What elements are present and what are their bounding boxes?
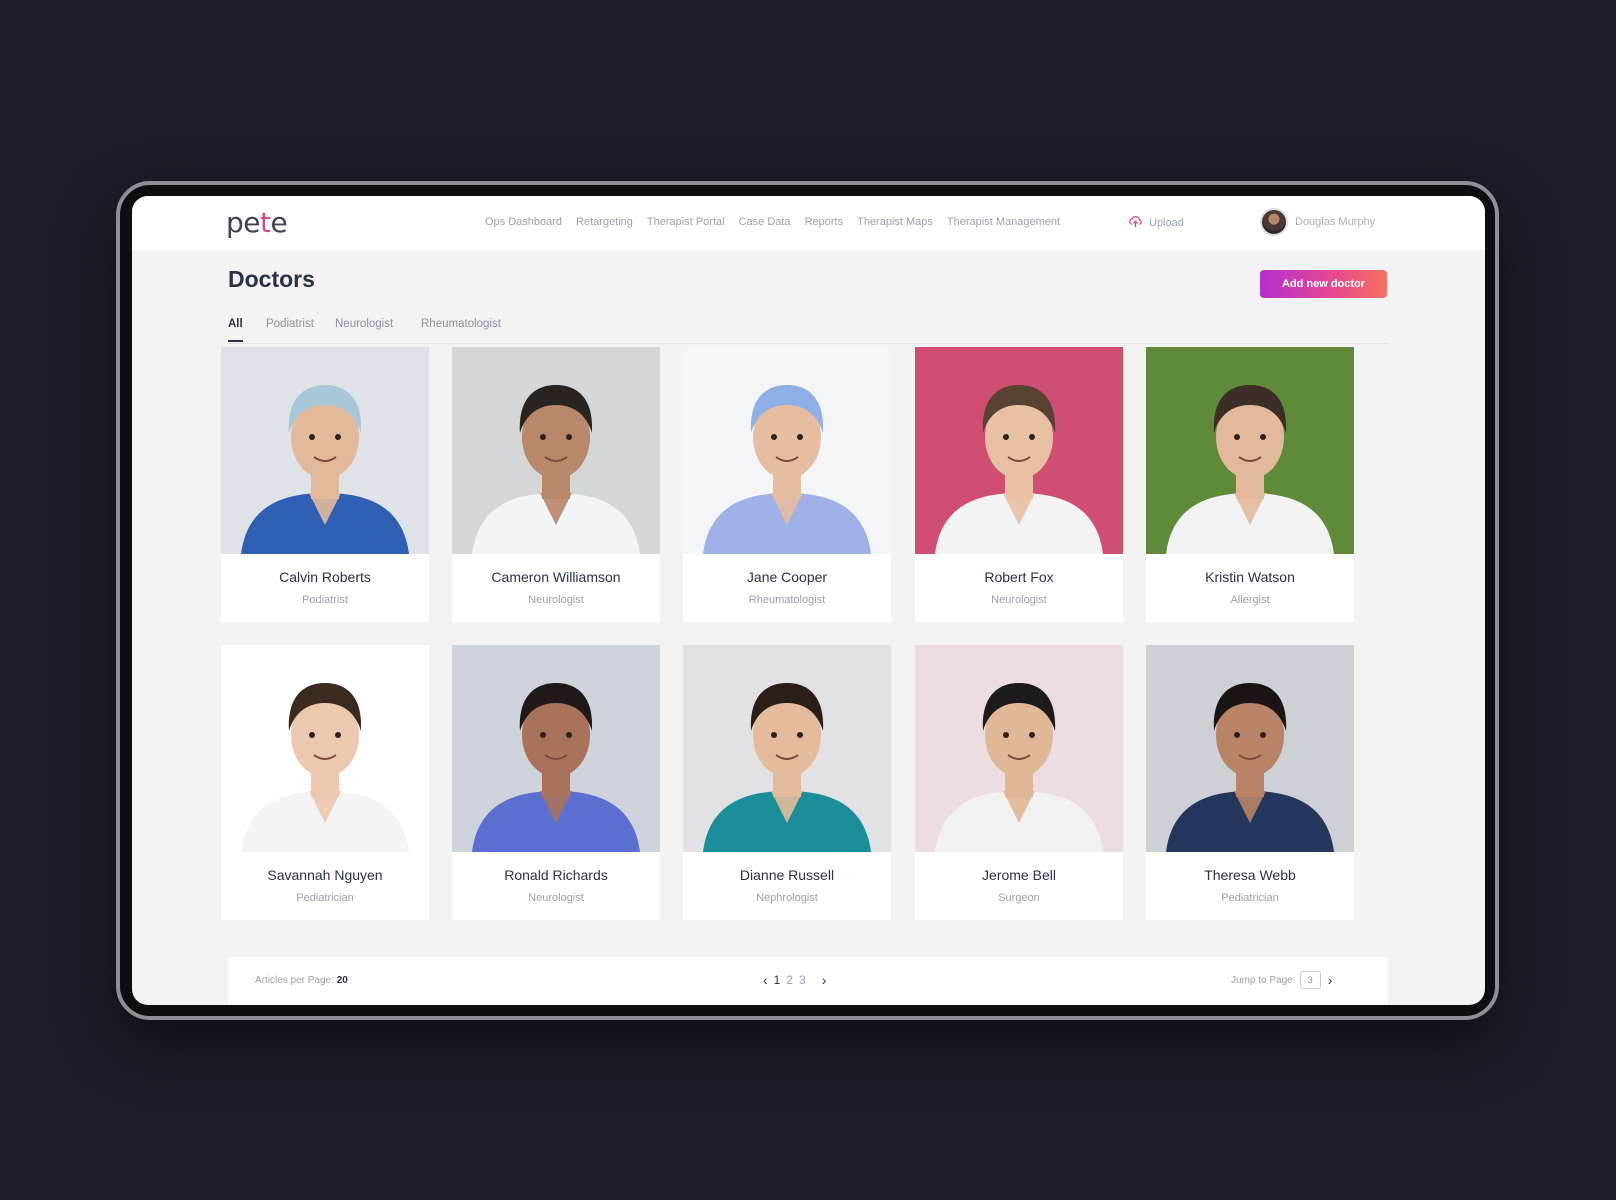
doctor-name: Calvin Roberts <box>279 569 371 585</box>
add-new-doctor-button[interactable]: Add new doctor <box>1260 270 1387 298</box>
doctor-specialty: Allergist <box>1230 594 1270 606</box>
upload-link[interactable]: Upload <box>1128 214 1184 232</box>
jump-to-page: Jump to Page 3 › <box>1231 971 1332 989</box>
upload-cloud-icon <box>1128 214 1143 232</box>
doctor-photo <box>683 347 891 554</box>
logo-part: t <box>260 206 271 239</box>
doctor-photo <box>452 347 660 554</box>
doctor-name: Ronald Richards <box>504 867 608 883</box>
jump-chevron-right-icon[interactable]: › <box>1328 972 1333 988</box>
page-number-1[interactable]: 1 <box>774 973 781 987</box>
doctor-specialty: Neurologist <box>991 594 1047 606</box>
page-number-2[interactable]: 2 <box>786 973 793 987</box>
per-page-label: Articles per Page: <box>255 975 334 986</box>
doctor-photo <box>1146 347 1354 554</box>
doctor-card[interactable]: Robert Fox Neurologist <box>915 347 1123 622</box>
nav-item-reports[interactable]: Reports <box>805 216 844 228</box>
doctor-name: Jane Cooper <box>746 569 828 585</box>
doctor-name: Jerome Bell <box>982 867 1056 883</box>
pagination-bar: Articles per Page: 20 ‹ 1 2 3 › Jump to Page… <box>228 957 1388 1005</box>
page-title: Doctors <box>228 266 315 292</box>
page-numbers: ‹ 1 2 3 › <box>763 972 826 988</box>
tab-neurologist[interactable]: Neurologist <box>335 318 393 330</box>
doctor-card[interactable]: Theresa Webb Pediatrician <box>1146 645 1354 920</box>
prev-page-chevron-left-icon[interactable]: ‹ <box>763 972 768 988</box>
doctor-specialty: Surgeon <box>998 892 1040 904</box>
doctor-specialty: Nephrologist <box>756 892 818 904</box>
jump-label: Jump to Page <box>1231 974 1293 986</box>
tab-podiatrist[interactable]: Podiatrist <box>266 318 314 330</box>
tab-all[interactable]: All <box>228 318 243 342</box>
doctor-specialty: Neurologist <box>528 594 584 606</box>
doctor-photo <box>452 645 660 852</box>
page-number-3[interactable]: 3 <box>799 973 806 987</box>
doctor-name: Cameron Williamson <box>491 569 621 585</box>
doctor-card[interactable]: Kristin Watson Allergist <box>1146 347 1354 622</box>
doctor-specialty: Rheumatologist <box>748 594 826 606</box>
doctor-photo <box>915 645 1123 852</box>
nav-item-therapist-maps[interactable]: Therapist Maps <box>857 216 933 228</box>
doctor-specialty: Podiatrist <box>302 594 348 606</box>
nav-item-case-data[interactable]: Case Data <box>739 216 791 228</box>
logo-part: pe <box>226 206 261 239</box>
articles-per-page[interactable]: Articles per Page: 20 <box>255 975 348 986</box>
doctor-name: Theresa Webb <box>1204 867 1296 883</box>
doctor-photo <box>915 347 1123 554</box>
doctor-photo <box>221 347 429 554</box>
doctor-name: Kristin Watson <box>1205 569 1295 585</box>
doctor-specialty: Pediatrician <box>296 892 354 904</box>
doctor-name: Dianne Russell <box>739 867 835 883</box>
doctor-card[interactable]: Ronald Richards Neurologist <box>452 645 660 920</box>
user-avatar <box>1260 208 1288 236</box>
doctor-card[interactable]: Calvin Roberts Podiatrist <box>221 347 429 622</box>
doctor-photo <box>221 645 429 852</box>
doctor-specialty: Pediatrician <box>1221 892 1279 904</box>
tab-rheumatologist[interactable]: Rheumatologist <box>421 318 501 330</box>
doctor-card[interactable]: Jane Cooper Rheumatologist <box>683 347 891 622</box>
doctor-card[interactable]: Dianne Russell Nephrologist <box>683 645 891 920</box>
nav-item-therapist-management[interactable]: Therapist Management <box>947 216 1060 228</box>
upload-label: Upload <box>1149 217 1184 229</box>
next-page-chevron-right-icon[interactable]: › <box>822 972 827 988</box>
doctor-specialty: Neurologist <box>528 892 584 904</box>
user-name: Douglas Murphy <box>1295 216 1376 228</box>
user-menu[interactable]: Douglas Murphy <box>1260 208 1375 236</box>
pete-logo[interactable]: pete <box>226 206 288 239</box>
nav-item-ops-dashboard[interactable]: Ops Dashboard <box>485 216 562 228</box>
jump-page-input[interactable]: 3 <box>1299 971 1321 989</box>
per-page-value: 20 <box>336 975 348 986</box>
main-nav: Ops Dashboard Retargeting Therapist Portal… <box>485 216 1060 228</box>
doctor-photo <box>1146 645 1354 852</box>
doctor-photo <box>683 645 891 852</box>
logo-part: e <box>270 206 288 239</box>
doctor-name: Savannah Nguyen <box>267 867 383 883</box>
nav-item-retargeting[interactable]: Retargeting <box>576 216 633 228</box>
top-navbar: pete Ops Dashboard Retargeting Therapist P… <box>132 196 1485 250</box>
app-screen: pete Ops Dashboard Retargeting Therapist P… <box>132 196 1485 1005</box>
doctor-card[interactable]: Jerome Bell Surgeon <box>915 645 1123 920</box>
doctor-name: Robert Fox <box>984 569 1054 585</box>
doctor-card[interactable]: Cameron Williamson Neurologist <box>452 347 660 622</box>
nav-item-therapist-portal[interactable]: Therapist Portal <box>647 216 725 228</box>
doctor-card[interactable]: Savannah Nguyen Pediatrician <box>221 645 429 920</box>
specialty-tabs: All Podiatrist Neurologist Rheumatologist <box>228 318 1388 344</box>
